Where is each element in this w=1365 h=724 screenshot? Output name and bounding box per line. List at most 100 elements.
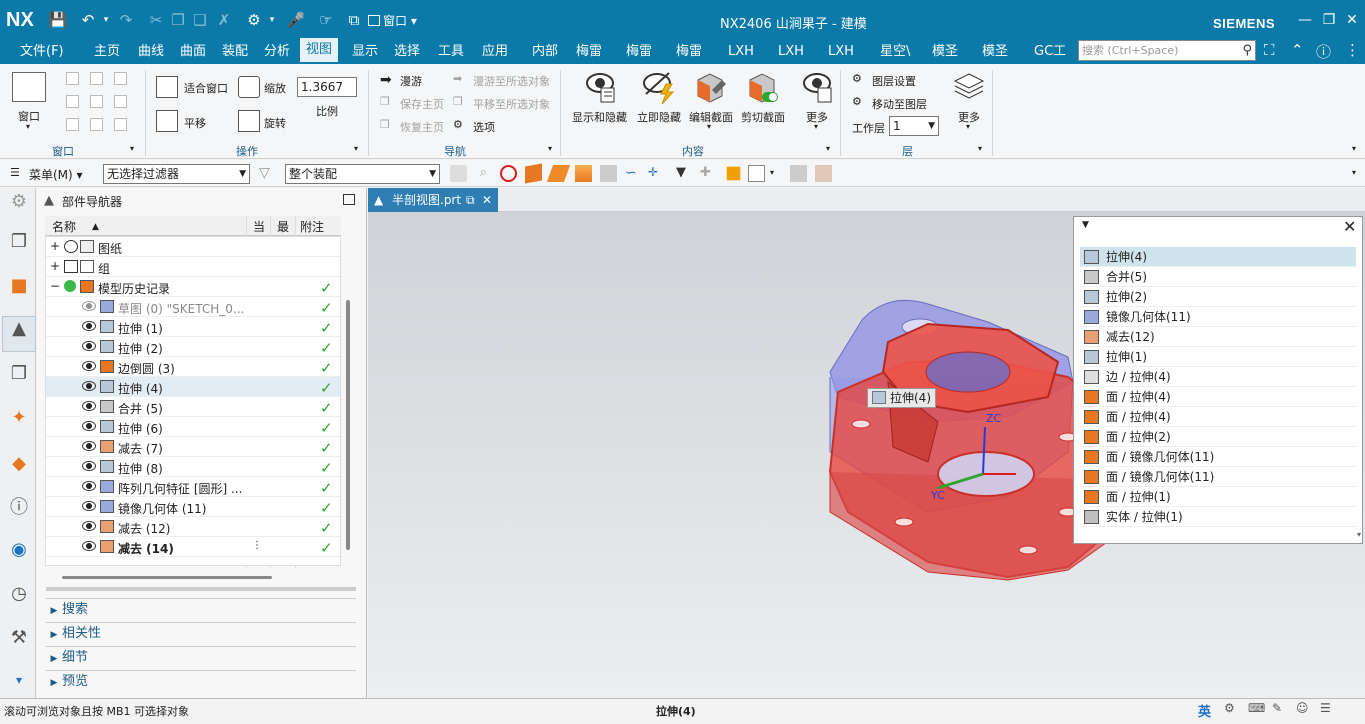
fit-window-button[interactable]: 适合窗口	[184, 80, 228, 96]
delete-icon[interactable]: ✗	[214, 10, 234, 30]
walk-to-selected-icon[interactable]: ➡	[453, 72, 462, 85]
tab-plugin-9[interactable]: 模圣	[980, 42, 1010, 62]
show-hide-button[interactable]: 显示和隐藏	[572, 109, 627, 125]
quickpick-item[interactable]: 拉伸(2)	[1080, 287, 1356, 307]
visibility-eye-icon[interactable]	[82, 301, 96, 311]
close-tab-icon[interactable]: ✕	[482, 188, 492, 212]
tab-internal[interactable]: 内部	[530, 42, 560, 62]
visibility-eye-icon[interactable]	[82, 401, 96, 411]
tree-horizontal-scrollbar[interactable]	[62, 576, 272, 579]
quickpick-item[interactable]: 面 / 拉伸(4)	[1080, 407, 1356, 427]
filter-cross-icon[interactable]: ✚	[700, 165, 717, 182]
restore-main-button[interactable]: 恢复主页	[400, 119, 444, 135]
visibility-eye-icon[interactable]	[82, 501, 96, 511]
layout-grid-icon[interactable]	[114, 95, 127, 108]
expand-icon[interactable]: +	[50, 239, 60, 253]
tree-row[interactable]: 阵列几何特征 [圆形] ... ✓	[46, 477, 340, 497]
popout-tab-icon[interactable]: ⧉	[466, 188, 475, 212]
tab-home[interactable]: 主页	[92, 42, 122, 62]
column-name[interactable]: 名称	[52, 218, 76, 236]
visibility-eye-icon[interactable]	[82, 321, 96, 331]
options-icon[interactable]: ⚙	[453, 118, 463, 131]
quickpick-item[interactable]: 面 / 镜像几何体(11)	[1080, 467, 1356, 487]
tree-row[interactable]: − 模型历史记录 ✓	[46, 277, 340, 297]
tab-surface[interactable]: 曲面	[178, 42, 208, 62]
show-hide-icon[interactable]	[583, 70, 617, 104]
tab-curve[interactable]: 曲线	[136, 42, 166, 62]
settings-icon[interactable]: ⚙	[7, 190, 31, 214]
filter-reset-icon[interactable]: ▽	[259, 165, 270, 181]
quickpick-item[interactable]: 面 / 拉伸(4)	[1080, 387, 1356, 407]
layout-four-icon[interactable]	[90, 95, 103, 108]
tab-plugin-7[interactable]: 星空\	[878, 42, 912, 62]
work-layer-select[interactable]: 1 ▼	[889, 116, 939, 136]
ribbon-overflow-icon[interactable]: ▾	[1352, 144, 1356, 153]
ime-menu-icon[interactable]: ☰	[1320, 701, 1331, 715]
paste-icon[interactable]: ❑	[190, 10, 210, 30]
tree-row[interactable]: 减去 (12) ✓	[46, 517, 340, 537]
ime-settings-icon[interactable]: ⚙	[1224, 701, 1235, 715]
window-icon[interactable]	[12, 72, 46, 102]
tab-plugin-6[interactable]: LXH	[826, 42, 856, 62]
tab-plugin-1[interactable]: 梅雷	[574, 42, 604, 62]
tree-row[interactable]: 减去 (7) ✓	[46, 437, 340, 457]
column-current[interactable]: 当	[253, 218, 265, 236]
pan-button[interactable]: 平移	[184, 115, 206, 131]
tab-plugin-4[interactable]: LXH	[726, 42, 756, 62]
tree-vertical-scrollbar[interactable]	[346, 300, 350, 550]
assembly-navigator-icon[interactable]: ❐	[7, 230, 31, 254]
quickpick-menu-icon[interactable]: ▼	[1082, 220, 1089, 230]
window-group-dropdown-icon[interactable]: ▾	[130, 144, 134, 153]
immediate-hide-button[interactable]: 立即隐藏	[637, 109, 681, 125]
layout-three-icon[interactable]	[66, 95, 79, 108]
microphone-icon[interactable]: 🎤	[286, 10, 306, 30]
window-menu[interactable]: 窗口 ▾	[368, 12, 417, 29]
select-curve-icon[interactable]: ∽	[625, 165, 642, 182]
more-content-icon[interactable]	[800, 70, 834, 104]
help-icon[interactable]: ⓘ	[1316, 41, 1331, 62]
copy-icon[interactable]: ❐	[168, 10, 188, 30]
tab-assembly[interactable]: 装配	[220, 42, 250, 62]
layout-five-icon[interactable]	[66, 118, 79, 131]
clip-section-icon[interactable]	[746, 70, 780, 104]
minimize-button[interactable]: —	[1296, 12, 1314, 28]
select-point-icon[interactable]: ✛	[648, 165, 665, 182]
layout-two-h-icon[interactable]	[114, 72, 127, 85]
column-comment[interactable]: 附注	[300, 218, 324, 236]
show-section-icon[interactable]	[815, 165, 832, 182]
visibility-eye-icon[interactable]	[82, 421, 96, 431]
visibility-eye-icon[interactable]	[82, 521, 96, 531]
move-to-layer-icon[interactable]: ⚙	[852, 95, 862, 108]
select-feature-icon[interactable]	[450, 165, 467, 182]
layer-settings-icon[interactable]: ⚙	[852, 72, 862, 85]
selection-filter-select[interactable]: 无选择过滤器 ▼	[103, 164, 250, 184]
tree-row[interactable]: + 图纸	[46, 237, 340, 257]
edit-section-icon[interactable]	[694, 70, 728, 104]
visibility-eye-icon[interactable]	[82, 361, 96, 371]
redo-icon[interactable]: ↷	[116, 10, 136, 30]
snap-vertex-icon[interactable]	[726, 166, 741, 181]
tab-plugin-3[interactable]: 梅雷	[674, 42, 704, 62]
menu-button[interactable]: 菜单(M) ▾	[29, 166, 83, 183]
rotate-button[interactable]: 旋转	[264, 115, 286, 131]
part-navigator-icon[interactable]: ▲	[2, 316, 36, 352]
select-solid-icon[interactable]	[600, 165, 617, 182]
fit-window-icon[interactable]	[156, 76, 178, 98]
pan-icon[interactable]	[156, 110, 178, 132]
quickpick-item[interactable]: 拉伸(4)	[1080, 247, 1356, 267]
tab-plugin-5[interactable]: LXH	[776, 42, 806, 62]
visibility-eye-icon[interactable]	[82, 541, 96, 551]
tree-row[interactable]: 草图 (0) "SKETCH_0... ✓	[46, 297, 340, 317]
reuse-library-icon[interactable]: ❐	[7, 362, 31, 386]
tab-analysis[interactable]: 分析	[262, 42, 292, 62]
tree-row[interactable]: 拉伸 (8) ✓	[46, 457, 340, 477]
content-group-dropdown-icon[interactable]: ▾	[826, 144, 830, 153]
stop-icon[interactable]	[500, 165, 517, 182]
scale-input[interactable]: 1.3667	[297, 77, 357, 97]
tree-row[interactable]: + 组	[46, 257, 340, 277]
touch-mode-icon[interactable]: ☞	[316, 10, 336, 30]
tab-display[interactable]: 显示	[350, 42, 380, 62]
web-browser-icon[interactable]: ◉	[7, 538, 31, 562]
commands-dropdown-icon[interactable]: ▾	[262, 10, 282, 30]
more-icon[interactable]: ⋮	[1345, 41, 1360, 59]
